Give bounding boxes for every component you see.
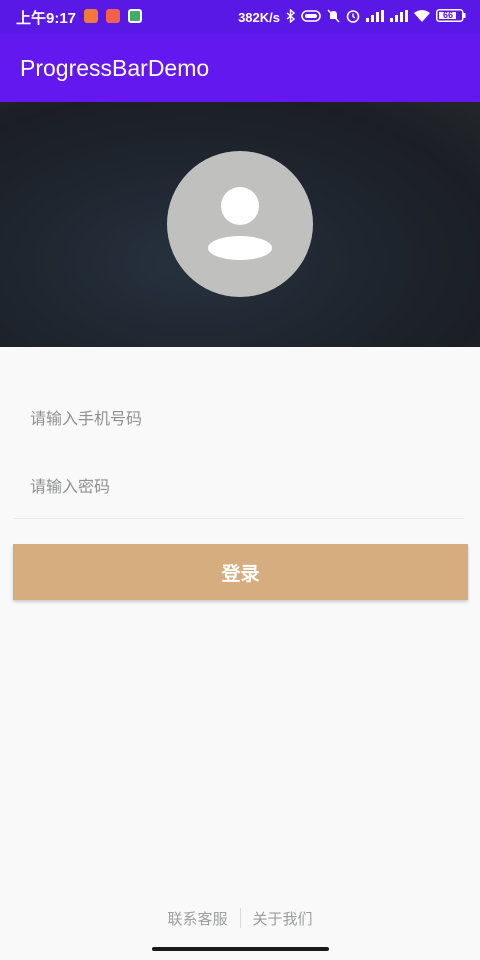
- app-bar: ProgressBarDemo: [0, 34, 480, 102]
- signal-icon: [390, 9, 408, 25]
- mute-icon: [327, 8, 340, 26]
- video-app-icon: [106, 9, 120, 23]
- contact-support-link[interactable]: 联系客服: [167, 908, 227, 929]
- wifi-icon: [414, 9, 430, 25]
- status-bar: 上午9:17 382K/s 66: [0, 0, 480, 34]
- login-button[interactable]: 登录: [13, 544, 468, 600]
- status-time: 上午9:17: [16, 10, 77, 27]
- form-divider: [14, 518, 464, 519]
- status-indicators: 382K/s 66: [238, 7, 466, 27]
- app-title: ProgressBarDemo: [20, 55, 210, 81]
- bluetooth-icon: [286, 7, 296, 26]
- network-speed: 382K/s: [238, 9, 280, 25]
- alarm-icon: [346, 9, 360, 26]
- signal-icon: [366, 9, 384, 25]
- home-indicator[interactable]: [152, 947, 329, 951]
- user-avatar-icon[interactable]: [167, 151, 313, 297]
- avatar-head-shape: [221, 187, 259, 225]
- battery-icon: 66: [436, 9, 466, 25]
- phone-input[interactable]: [14, 393, 464, 443]
- vibrate-icon: [301, 9, 321, 25]
- about-us-link[interactable]: 关于我们: [253, 908, 313, 929]
- weibo-icon: [84, 9, 98, 23]
- footer-links: 联系客服 关于我们: [0, 904, 480, 932]
- footer-divider: [239, 908, 241, 928]
- gallery-app-icon: [128, 9, 142, 23]
- password-input[interactable]: [14, 461, 464, 511]
- battery-level: 66: [443, 10, 454, 20]
- avatar-body-shape: [208, 236, 272, 260]
- profile-header: [0, 102, 480, 347]
